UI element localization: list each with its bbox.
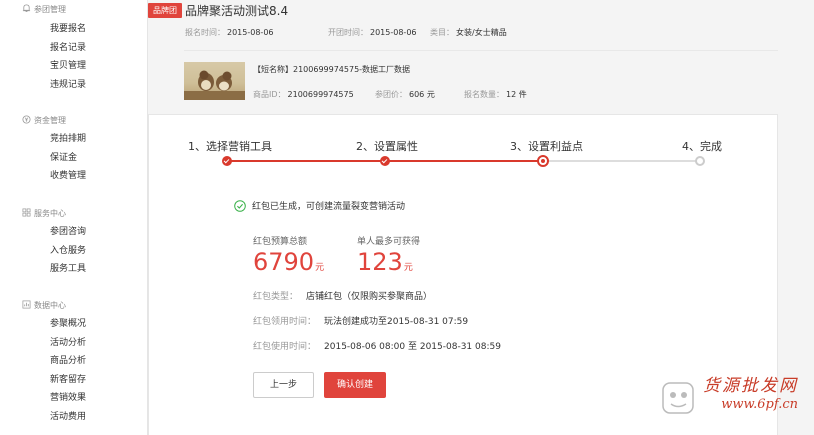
watermark: 货源批发网 www.6pf.cn bbox=[656, 367, 804, 427]
sidebar-item-overview[interactable]: 参聚概况 bbox=[0, 315, 148, 334]
product-thumbnail[interactable] bbox=[184, 62, 245, 100]
sidebar-item-marketing-effect[interactable]: 营销效果 bbox=[0, 389, 148, 408]
sidebar-section-data: 数据中心 参聚概况 活动分析 商品分析 新客留存 营销效果 活动费用 bbox=[0, 298, 148, 427]
check-circle-icon bbox=[234, 199, 246, 212]
money-icon bbox=[22, 115, 31, 124]
redpacket-type: 红包类型： 店铺红包（仅限购买参聚商品） bbox=[253, 292, 433, 302]
section-title: 参团管理 bbox=[34, 4, 66, 14]
max-per-user-value: 123元 bbox=[357, 248, 413, 276]
sidebar-section-funds: 资金管理 竞拍排期 保证金 收费管理 bbox=[0, 113, 148, 186]
step-1-check-icon bbox=[222, 156, 232, 166]
sidebar-item-activity-analysis[interactable]: 活动分析 bbox=[0, 334, 148, 353]
step-2-check-icon bbox=[380, 156, 390, 166]
bell-icon bbox=[22, 4, 31, 13]
sidebar-item-consult[interactable]: 参团咨询 bbox=[0, 223, 148, 242]
chart-icon bbox=[22, 300, 31, 309]
sidebar-item-activity-fees[interactable]: 活动费用 bbox=[0, 408, 148, 427]
sidebar-item-fee-management[interactable]: 收费管理 bbox=[0, 167, 148, 186]
sidebar-item-item-management[interactable]: 宝贝管理 bbox=[0, 57, 148, 76]
step-3-label: 3、设置利益点 bbox=[510, 140, 583, 153]
grid-icon bbox=[22, 208, 31, 217]
redpacket-claim-time: 红包领用时间： 玩法创建成功至2015-08-31 07:59 bbox=[253, 317, 469, 327]
sidebar-item-deposit[interactable]: 保证金 bbox=[0, 149, 148, 168]
sidebar-item-new-customer-retention[interactable]: 新客留存 bbox=[0, 371, 148, 390]
watermark-text: 货源批发网 bbox=[703, 376, 798, 396]
section-title: 服务中心 bbox=[34, 208, 66, 218]
sidebar-item-auction-schedule[interactable]: 竞拍排期 bbox=[0, 130, 148, 149]
product-id: 商品ID： 2100699974575 bbox=[253, 90, 354, 99]
previous-step-button[interactable]: 上一步 bbox=[253, 372, 314, 398]
sidebar-item-violations[interactable]: 违规记录 bbox=[0, 76, 148, 95]
max-per-user-label: 单人最多可获得 bbox=[357, 237, 421, 247]
step-2-label: 2、设置属性 bbox=[356, 140, 418, 153]
watermark-url: www.6pf.cn bbox=[721, 397, 798, 412]
product-name: 【短名称】2100699974575-数据工厂数据 bbox=[253, 65, 411, 74]
step-4-pending-icon bbox=[695, 156, 705, 166]
sidebar-item-warehouse-service[interactable]: 入仓服务 bbox=[0, 242, 148, 261]
budget-value: 6790元 bbox=[253, 248, 325, 276]
divider bbox=[184, 50, 778, 51]
open-time: 开团时间： 2015-08-06 bbox=[328, 28, 417, 37]
sidebar-item-service-tools[interactable]: 服务工具 bbox=[0, 260, 148, 279]
category: 类目： 女装/女士精品 bbox=[430, 28, 507, 37]
section-title: 数据中心 bbox=[34, 300, 66, 310]
sidebar-section-service: 服务中心 参团咨询 入仓服务 服务工具 bbox=[0, 206, 148, 279]
sidebar: 参团管理 我要报名 报名记录 宝贝管理 违规记录 资金管理 竞拍排期 保证金 收… bbox=[0, 0, 148, 435]
success-message: 红包已生成，可创建流量裂变营销活动 bbox=[234, 199, 405, 212]
section-title: 资金管理 bbox=[34, 115, 66, 125]
signup-quantity: 报名数量： 12 件 bbox=[464, 90, 527, 99]
success-text: 红包已生成，可创建流量裂变营销活动 bbox=[252, 202, 406, 212]
redpacket-use-time: 红包使用时间： 2015-08-06 08:00 至 2015-08-31 08:… bbox=[253, 342, 501, 352]
sparrow-image bbox=[184, 70, 245, 100]
brand-group-badge: 品牌团 bbox=[148, 3, 182, 18]
sidebar-item-signup-records[interactable]: 报名记录 bbox=[0, 39, 148, 58]
step-3-current-icon bbox=[537, 155, 549, 167]
budget-label: 红包预算总额 bbox=[253, 237, 308, 247]
page-title: 品牌聚活动测试8.4 bbox=[185, 4, 289, 18]
confirm-create-button[interactable]: 确认创建 bbox=[324, 372, 386, 398]
activity-header: 品牌团 品牌聚活动测试8.4 报名时间： 2015-08-06 开团时间： 2015… bbox=[148, 0, 814, 112]
signup-time: 报名时间： 2015-08-06 bbox=[185, 28, 274, 37]
group-price: 参团价： 606 元 bbox=[375, 90, 435, 99]
sidebar-item-signup[interactable]: 我要报名 bbox=[0, 20, 148, 39]
sidebar-item-product-analysis[interactable]: 商品分析 bbox=[0, 352, 148, 371]
sidebar-section-participation: 参团管理 我要报名 报名记录 宝贝管理 违规记录 bbox=[0, 2, 148, 94]
step-1-label: 1、选择营销工具 bbox=[188, 140, 272, 153]
step-4-label: 4、完成 bbox=[682, 140, 722, 153]
watermark-logo-icon bbox=[662, 382, 694, 414]
